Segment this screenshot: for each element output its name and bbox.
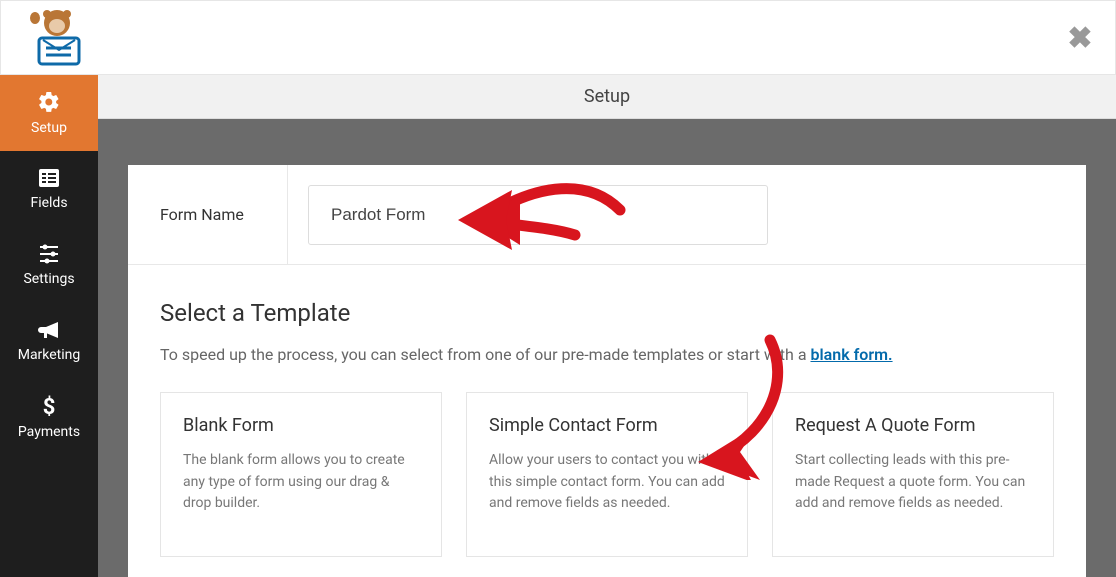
template-card-desc: Start collecting leads with this pre-mad…: [795, 450, 1031, 515]
template-lead-text: To speed up the process, you can select …: [160, 345, 811, 364]
template-request-quote-form[interactable]: Request A Quote Form Start collecting le…: [772, 392, 1054, 557]
template-cards: Blank Form The blank form allows you to …: [160, 392, 1054, 557]
sidebar-item-label: Setup: [31, 120, 67, 136]
template-card-title: Request A Quote Form: [795, 415, 1031, 436]
content-panel: Form Name Select a Template To speed up …: [128, 165, 1086, 577]
sidebar-item-setup[interactable]: Setup: [0, 75, 98, 151]
content-area: Form Name Select a Template To speed up …: [98, 119, 1116, 577]
sidebar-item-payments[interactable]: $ Payments: [0, 379, 98, 455]
sliders-icon: [37, 243, 61, 265]
main-content: Setup Form Name Select a Template: [98, 75, 1116, 577]
close-button[interactable]: ✖: [1060, 18, 1100, 58]
sidebar-item-label: Marketing: [18, 347, 81, 363]
form-name-label: Form Name: [160, 205, 244, 224]
template-blank-form[interactable]: Blank Form The blank form allows you to …: [160, 392, 442, 557]
sidebar-item-settings[interactable]: Settings: [0, 227, 98, 303]
form-name-input-cell: [288, 185, 1086, 245]
page-header: Setup: [98, 75, 1116, 119]
close-icon: ✖: [1067, 21, 1092, 56]
sidebar-item-label: Settings: [23, 271, 74, 287]
svg-text:$: $: [43, 395, 56, 418]
template-card-desc: The blank form allows you to create any …: [183, 450, 419, 515]
form-name-row: Form Name: [128, 165, 1086, 265]
gear-icon: [37, 90, 61, 114]
sidebar-item-marketing[interactable]: Marketing: [0, 303, 98, 379]
template-card-desc: Allow your users to contact you with thi…: [489, 450, 725, 515]
form-name-input[interactable]: [308, 185, 768, 245]
sidebar-item-label: Payments: [18, 424, 80, 440]
sidebar-item-label: Fields: [30, 195, 67, 211]
template-heading: Select a Template: [160, 299, 1054, 327]
top-bar: [0, 0, 1116, 75]
template-section: Select a Template To speed up the proces…: [128, 265, 1086, 557]
form-name-label-cell: Form Name: [128, 165, 288, 264]
sidebar: Setup Fields Settings Marketing $ Paymen…: [0, 75, 98, 577]
wpforms-logo: [13, 8, 85, 68]
bullhorn-icon: [37, 319, 61, 341]
template-simple-contact-form[interactable]: Simple Contact Form Allow your users to …: [466, 392, 748, 557]
template-lead: To speed up the process, you can select …: [160, 345, 1054, 364]
template-card-title: Simple Contact Form: [489, 415, 725, 436]
blank-form-link[interactable]: blank form.: [811, 345, 893, 364]
sidebar-item-fields[interactable]: Fields: [0, 151, 98, 227]
list-icon: [37, 167, 61, 189]
dollar-icon: $: [41, 394, 57, 418]
template-card-title: Blank Form: [183, 415, 419, 436]
page-title: Setup: [584, 86, 630, 107]
